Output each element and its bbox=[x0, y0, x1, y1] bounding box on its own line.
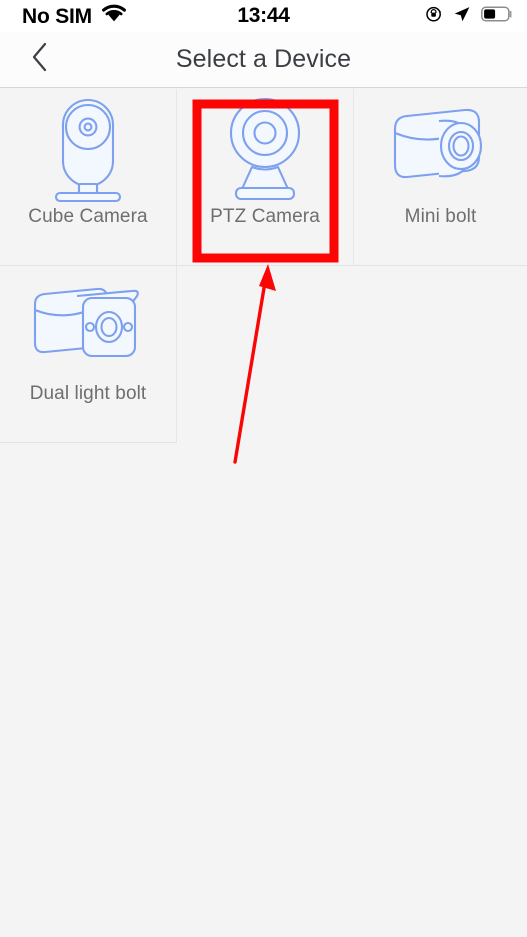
device-cell-ptz-camera[interactable]: PTZ Camera bbox=[177, 89, 354, 266]
device-cell-mini-bolt[interactable]: Mini bolt bbox=[354, 89, 527, 266]
status-bar-right bbox=[425, 0, 513, 32]
navigation-bar: Select a Device bbox=[0, 32, 527, 88]
device-label: Mini bolt bbox=[404, 206, 477, 227]
clock-label: 13:44 bbox=[237, 4, 290, 27]
device-cell-cube-camera[interactable]: Cube Camera bbox=[0, 89, 177, 266]
device-label: Dual light bolt bbox=[29, 383, 147, 404]
rotation-lock-icon bbox=[425, 5, 443, 28]
device-grid: Cube Camera PTZ Camera Mini bolt Dual li… bbox=[0, 89, 527, 620]
ptz-camera-icon bbox=[177, 89, 353, 207]
mini-bolt-camera-icon bbox=[354, 89, 527, 207]
device-cell-dual-light-bolt[interactable]: Dual light bolt bbox=[0, 266, 177, 443]
grid-empty-cell bbox=[0, 443, 177, 620]
battery-icon bbox=[481, 5, 513, 27]
device-label: PTZ Camera bbox=[210, 206, 320, 227]
dual-light-bolt-camera-icon bbox=[0, 266, 176, 384]
grid-empty-cell bbox=[177, 266, 354, 443]
device-label: Cube Camera bbox=[28, 206, 148, 227]
cube-camera-icon bbox=[0, 89, 176, 207]
status-bar: No SIM 13:44 bbox=[0, 0, 527, 32]
location-arrow-icon bbox=[453, 5, 471, 28]
page-title: Select a Device bbox=[175, 45, 352, 73]
app-screen: No SIM 13:44 Select a Device Cube Camera… bbox=[0, 0, 527, 937]
